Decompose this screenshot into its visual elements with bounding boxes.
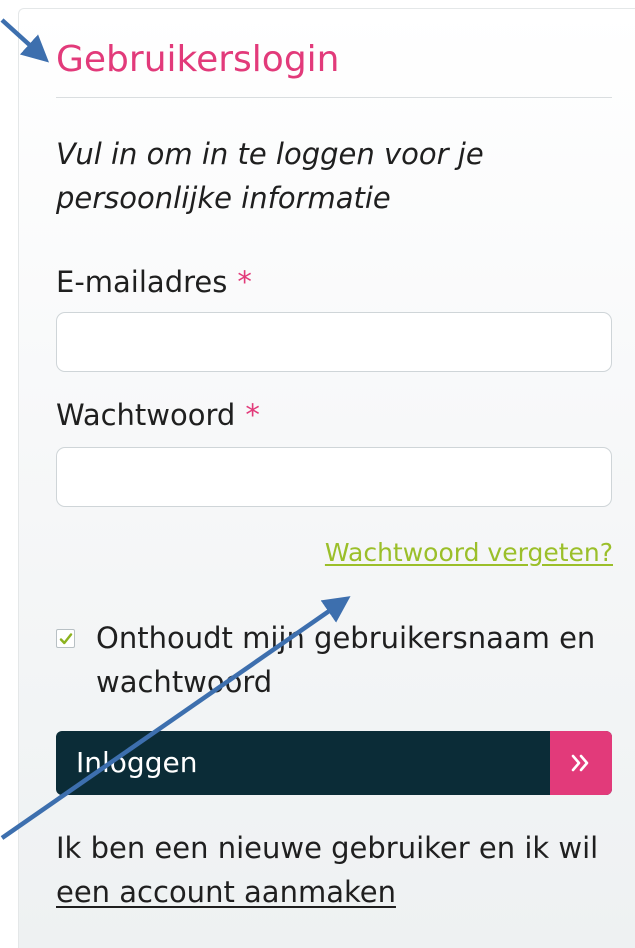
- create-account-link[interactable]: een account aanmaken: [56, 870, 396, 914]
- checkmark-icon: [59, 633, 73, 645]
- intro-text: Vul in om in te loggen voor je persoonli…: [56, 137, 484, 215]
- remember-me-label: Onthoudt mijn gebruikersnaam en wachtwoo…: [96, 621, 596, 699]
- email-label-text: E-mailadres: [56, 265, 228, 299]
- password-label: Wachtwoord *: [56, 395, 260, 435]
- password-field[interactable]: [56, 447, 612, 507]
- double-chevron-right-icon: [571, 754, 589, 772]
- forgot-password-link[interactable]: Wachtwoord vergeten?: [325, 537, 613, 569]
- email-required-marker: *: [237, 265, 252, 299]
- login-button[interactable]: Inloggen: [56, 731, 612, 795]
- password-label-text: Wachtwoord: [56, 398, 236, 432]
- new-user-text: Ik ben een nieuwe gebruiker en ik wil ee…: [56, 826, 616, 914]
- new-user-prefix: Ik ben een nieuwe gebruiker en ik wil: [56, 831, 599, 865]
- remember-me-checkbox[interactable]: [56, 629, 75, 648]
- login-button-label: Inloggen: [76, 746, 198, 779]
- page-title: Gebruikerslogin: [56, 39, 340, 80]
- password-required-marker: *: [245, 398, 260, 432]
- login-arrow-badge: [550, 731, 612, 795]
- title-divider: [56, 97, 612, 98]
- email-field[interactable]: [56, 312, 612, 372]
- email-label: E-mailadres *: [56, 262, 252, 302]
